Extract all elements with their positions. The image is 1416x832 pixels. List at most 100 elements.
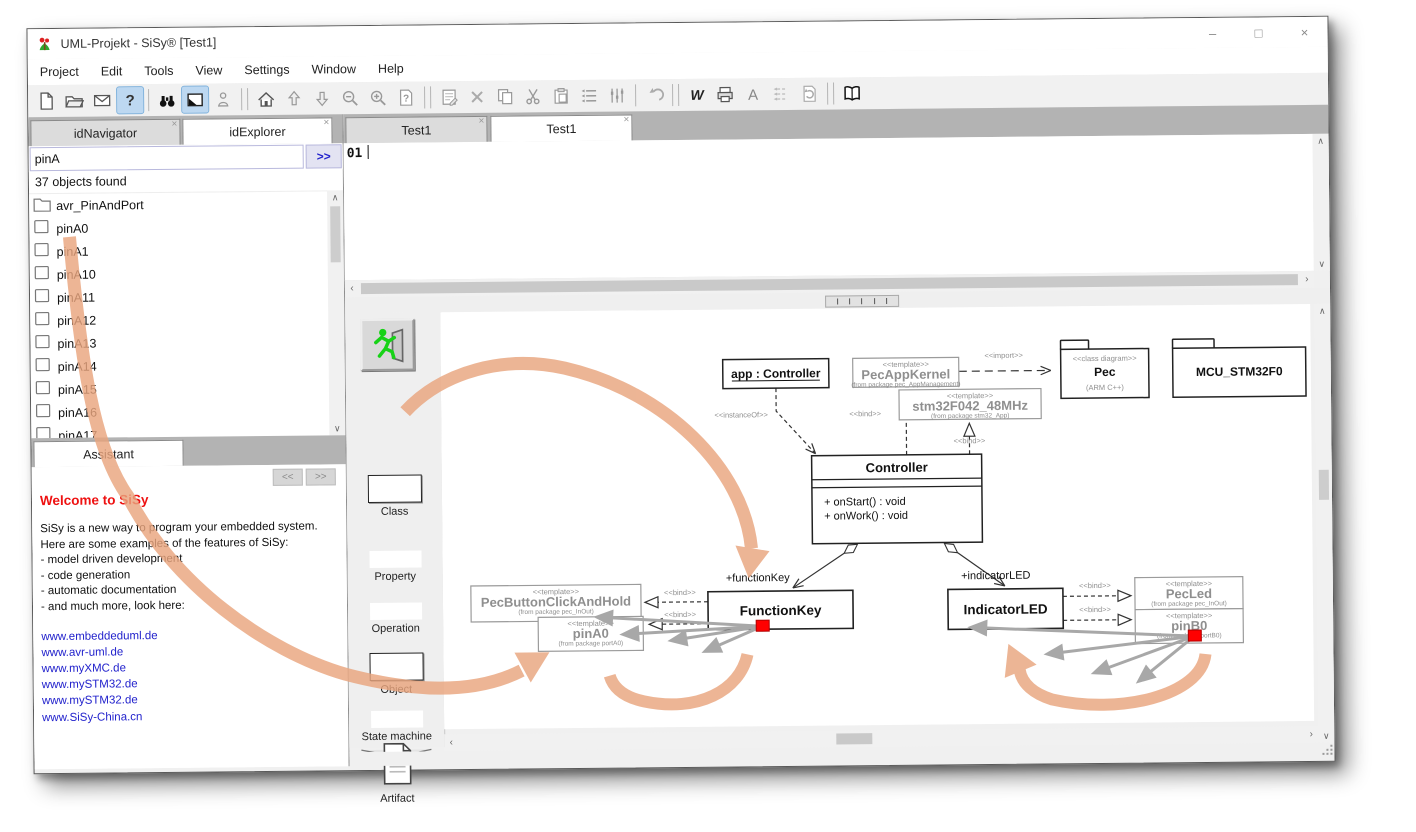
zoom-out-icon	[340, 88, 360, 108]
toolbar-diagram-window-button[interactable]	[182, 87, 208, 113]
search-input[interactable]	[30, 145, 304, 172]
menu-settings[interactable]: Settings	[244, 63, 289, 77]
uml-node-pecled[interactable]: <<template>>PecLed(from package pec_InOu…	[1135, 577, 1243, 610]
scroll-right-icon[interactable]: ›	[1300, 274, 1314, 285]
scroll-up-icon[interactable]: ∧	[1319, 304, 1326, 318]
close-tab-icon[interactable]: ×	[323, 118, 329, 128]
close-button[interactable]: ×	[1281, 17, 1327, 47]
toolbar-arrow-down-button[interactable]	[309, 85, 335, 111]
scroll-down-icon[interactable]: ∨	[1318, 257, 1325, 271]
tab-test1-0[interactable]: Test1×	[345, 116, 487, 143]
toolbar-paste-button[interactable]	[548, 83, 574, 109]
uml-node-pec[interactable]: <<class diagram>>Pec(ARM C++)	[1060, 340, 1149, 399]
svg-text:(from package pec_InOut): (from package pec_InOut)	[518, 608, 594, 616]
list-item[interactable]: avr_PinAndPort	[29, 191, 327, 217]
menu-window[interactable]: Window	[311, 62, 356, 76]
toolbar-help-button[interactable]: ?	[117, 87, 143, 113]
toolbar-undo-button[interactable]	[641, 82, 667, 108]
list-item[interactable]: pinA16	[31, 398, 329, 424]
toolbar-mail-button[interactable]	[89, 87, 115, 113]
scroll-down-icon[interactable]: ∨	[334, 421, 341, 435]
toolbar-person-button[interactable]	[210, 86, 236, 112]
maximize-button[interactable]: □	[1235, 17, 1281, 47]
toolbar-search-binoculars-button[interactable]	[154, 87, 180, 113]
tab-test1-1[interactable]: Test1×	[490, 114, 632, 141]
toolbar-connect-lines-button[interactable]	[768, 81, 794, 107]
toolbar-font-a-button[interactable]: A	[740, 81, 766, 107]
list-item[interactable]: pinA13	[30, 329, 328, 355]
toolbar-word-button[interactable]: W	[684, 82, 710, 108]
drag-handle[interactable]	[1188, 630, 1201, 641]
menu-tools[interactable]: Tools	[144, 64, 173, 78]
toolbar-copy-button[interactable]	[492, 84, 518, 110]
toolbar-new-document-button[interactable]	[33, 88, 59, 114]
toolbar-delete-x-button[interactable]	[464, 84, 490, 110]
toolbar-arrow-up-button[interactable]	[281, 86, 307, 112]
toolbar-align-list-button[interactable]	[576, 83, 602, 109]
close-tab-icon[interactable]: ×	[171, 120, 177, 130]
palette-state-machine[interactable]: State machine	[349, 710, 444, 743]
scroll-thumb[interactable]	[836, 733, 872, 744]
toolbar-note-edit-button[interactable]	[436, 84, 462, 110]
scroll-left-icon[interactable]: ‹	[444, 737, 458, 748]
close-tab-icon[interactable]: ×	[478, 117, 484, 127]
close-tab-icon[interactable]: ×	[623, 115, 629, 125]
palette-object[interactable]: Object	[348, 652, 443, 696]
toolbar-doc-question-button[interactable]: ?	[393, 85, 419, 111]
splitter-grip-icon[interactable]	[825, 295, 899, 308]
run-button[interactable]	[360, 319, 414, 372]
running-man-icon	[367, 325, 407, 365]
toolbar-open-folder-button[interactable]	[61, 88, 87, 114]
toolbar-refresh-doc-button[interactable]	[796, 81, 822, 107]
palette-class[interactable]: Class	[347, 474, 442, 518]
assistant-prev-button[interactable]: <<	[273, 469, 303, 486]
uml-node-controller[interactable]: Controller+ onStart() : void+ onWork() :…	[812, 454, 983, 544]
menu-view[interactable]: View	[195, 63, 222, 77]
menu-project[interactable]: Project	[40, 65, 79, 79]
list-item[interactable]: pinA15	[31, 375, 329, 401]
uml-node-kernel[interactable]: <<template>>PecAppKernel(from package pe…	[851, 357, 960, 389]
list-scrollbar[interactable]: ∧ ∨	[327, 190, 345, 435]
list-item[interactable]: pinA14	[31, 352, 329, 378]
tab-assistant[interactable]: Assistant	[33, 440, 183, 467]
code-editor[interactable]: 01	[344, 134, 1314, 281]
uml-node-indicatorled[interactable]: IndicatorLED	[948, 588, 1063, 629]
editor-vscrollbar[interactable]: ∧ ∨	[1313, 134, 1330, 271]
list-item[interactable]: pinA0	[29, 214, 327, 240]
list-item[interactable]: pinA1	[29, 237, 327, 263]
tab-idnavigator-0[interactable]: idNavigator×	[30, 119, 180, 146]
list-item[interactable]: pinA12	[30, 306, 328, 332]
toolbar-print-button[interactable]	[712, 81, 738, 107]
toolbar-zoom-out-button[interactable]	[337, 85, 363, 111]
scroll-thumb[interactable]	[1319, 470, 1329, 500]
scroll-left-icon[interactable]: ‹	[345, 283, 359, 294]
tab-idexplorer-1[interactable]: idExplorer×	[182, 117, 332, 144]
list-item[interactable]: pinA11	[30, 283, 328, 309]
search-go-button[interactable]: >>	[306, 144, 342, 168]
menu-edit[interactable]: Edit	[101, 64, 123, 78]
diagram-canvas[interactable]: <<import>><<instanceOf>><<bind>><<bind>>…	[440, 304, 1314, 729]
scroll-up-icon[interactable]: ∧	[332, 190, 339, 204]
toolbar-home-button[interactable]	[253, 86, 279, 112]
toolbar-zoom-in-button[interactable]	[365, 85, 391, 111]
list-item[interactable]: pinA10	[30, 260, 328, 286]
scroll-right-icon[interactable]: ›	[1304, 729, 1318, 740]
palette-operation[interactable]: Operation	[348, 602, 443, 635]
uml-node-mcu[interactable]: MCU_STM32F0	[1172, 338, 1306, 397]
scroll-up-icon[interactable]: ∧	[1317, 134, 1324, 148]
drag-handle[interactable]	[756, 620, 769, 631]
minimize-button[interactable]: –	[1189, 18, 1235, 48]
toolbar-cut-button[interactable]	[520, 83, 546, 109]
uml-node-stm32[interactable]: <<template>>stm32F042_48MHz(from package…	[899, 389, 1041, 421]
assistant-link[interactable]: www.SiSy-China.cn	[42, 707, 340, 726]
palette-property[interactable]: Property	[347, 550, 442, 583]
menu-help[interactable]: Help	[378, 62, 404, 76]
scroll-thumb[interactable]	[330, 206, 341, 262]
diagram-vscrollbar[interactable]: ∧ ∨	[1314, 304, 1334, 743]
scroll-down-icon[interactable]: ∨	[1323, 729, 1330, 743]
assistant-next-button[interactable]: >>	[306, 468, 336, 485]
resize-grip-icon[interactable]	[1322, 745, 1332, 755]
toolbar-filter-bars-button[interactable]	[604, 82, 630, 108]
toolbar-book-button[interactable]	[839, 80, 865, 106]
uml-node-app[interactable]: app : Controller	[723, 359, 829, 389]
